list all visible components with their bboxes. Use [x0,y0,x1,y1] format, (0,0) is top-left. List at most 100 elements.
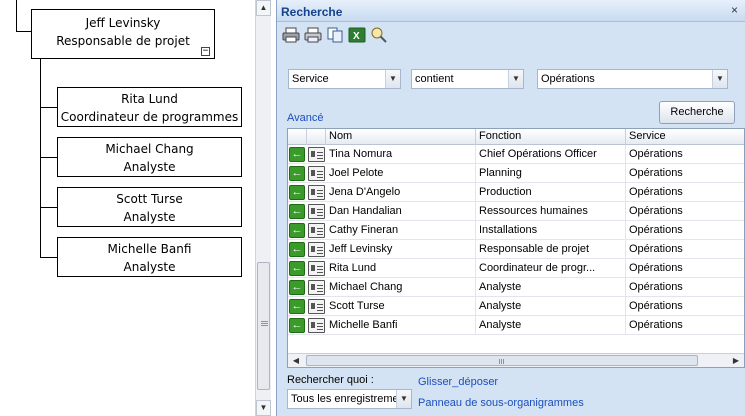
search-what-select[interactable]: Tous les enregistrements ▼ [287,389,412,409]
add-arrow-icon[interactable]: ← [289,261,305,276]
table-row[interactable]: ← Michelle Banfi Analyste Opérations [288,316,744,335]
contact-card-icon[interactable] [308,261,325,276]
connector-line [40,257,57,258]
cell-nom: Jena D'Angelo [326,183,476,202]
chevron-down-icon[interactable]: ▼ [385,70,400,88]
copy-icon[interactable] [326,26,344,44]
table-row[interactable]: ← Joel Pelote Planning Opérations [288,164,744,183]
value-select[interactable]: Opérations ▼ [537,69,728,89]
cell-nom: Cathy Fineran [326,221,476,240]
org-node-name: Michael Chang [105,142,194,156]
cell-fonction: Installations [476,221,626,240]
add-arrow-icon[interactable]: ← [289,299,305,314]
column-header-service[interactable]: Service [626,129,744,145]
scroll-up-icon[interactable]: ▲ [256,0,271,16]
connector-line [40,59,41,258]
svg-text:X: X [353,31,360,42]
results-grid: Nom Fonction Service ← Tina Nomura Chief… [287,128,745,368]
cell-nom: Joel Pelote [326,164,476,183]
cell-service: Opérations [626,278,744,297]
contact-card-icon[interactable] [308,242,325,257]
search-settings-icon[interactable] [370,26,388,44]
cell-service: Opérations [626,316,744,335]
table-row[interactable]: ← Cathy Fineran Installations Opérations [288,221,744,240]
search-what-label: Rechercher quoi : [287,374,374,386]
org-node[interactable]: Scott Turse Analyste [57,187,242,227]
cell-fonction: Responsable de projet [476,240,626,259]
print-icon[interactable] [282,26,300,44]
cell-nom: Rita Lund [326,259,476,278]
contact-card-icon[interactable] [308,147,325,162]
excel-export-icon[interactable]: X [348,26,366,44]
scroll-right-icon[interactable]: ▶ [729,354,743,367]
chevron-down-icon[interactable]: ▼ [508,70,523,88]
cell-fonction: Planning [476,164,626,183]
add-arrow-icon[interactable]: ← [289,242,305,257]
org-node[interactable]: Michelle Banfi Analyste [57,237,242,277]
org-node-name: Scott Turse [116,192,183,206]
table-row[interactable]: ← Tina Nomura Chief Opérations Officer O… [288,145,744,164]
scroll-left-icon[interactable]: ◀ [289,354,303,367]
cell-fonction: Analyste [476,278,626,297]
cell-nom: Dan Handalian [326,202,476,221]
contact-card-icon[interactable] [308,299,325,314]
field-select[interactable]: Service ▼ [288,69,401,89]
add-arrow-icon[interactable]: ← [289,204,305,219]
contact-card-icon[interactable] [308,204,325,219]
cell-fonction: Analyste [476,297,626,316]
org-chart-pane: Jeff Levinsky Responsable de projet − Ri… [0,0,271,416]
add-arrow-icon[interactable]: ← [289,318,305,333]
org-node[interactable]: Michael Chang Analyste [57,137,242,177]
collapse-icon[interactable]: − [201,47,210,56]
vertical-scrollbar[interactable]: ▲ ▼ [255,0,271,416]
scrollbar-thumb[interactable] [306,355,698,366]
table-row[interactable]: ← Jeff Levinsky Responsable de projet Op… [288,240,744,259]
table-row[interactable]: ← Dan Handalian Ressources humaines Opér… [288,202,744,221]
add-arrow-icon[interactable]: ← [289,185,305,200]
add-arrow-icon[interactable]: ← [289,223,305,238]
scrollbar-thumb[interactable] [257,262,270,390]
close-icon[interactable]: × [731,3,738,17]
org-node-root[interactable]: Jeff Levinsky Responsable de projet − [31,9,215,59]
table-row[interactable]: ← Jena D'Angelo Production Opérations [288,183,744,202]
horizontal-scrollbar[interactable]: ◀ ▶ [288,353,744,367]
cell-nom: Michael Chang [326,278,476,297]
scroll-down-icon[interactable]: ▼ [256,400,271,416]
connector-line [16,31,32,32]
search-button[interactable]: Recherche [659,101,735,124]
connector-line [16,0,17,32]
add-arrow-icon[interactable]: ← [289,147,305,162]
header-cell-icon [307,129,326,145]
header-cell-action [288,129,307,145]
column-header-nom[interactable]: Nom [326,129,476,145]
subchart-panel-link[interactable]: Panneau de sous-organigrammes [418,397,584,409]
cell-service: Opérations [626,164,744,183]
table-row[interactable]: ← Michael Chang Analyste Opérations [288,278,744,297]
print-preview-icon[interactable] [304,26,322,44]
cell-service: Opérations [626,221,744,240]
cell-fonction: Ressources humaines [476,202,626,221]
contact-card-icon[interactable] [308,318,325,333]
chevron-down-icon[interactable]: ▼ [712,70,727,88]
org-node-name: Michelle Banfi [107,242,192,256]
add-arrow-icon[interactable]: ← [289,166,305,181]
add-arrow-icon[interactable]: ← [289,280,305,295]
contact-card-icon[interactable] [308,223,325,238]
table-row[interactable]: ← Scott Turse Analyste Opérations [288,297,744,316]
contact-card-icon[interactable] [308,185,325,200]
cell-nom: Jeff Levinsky [326,240,476,259]
contact-card-icon[interactable] [308,280,325,295]
chevron-down-icon[interactable]: ▼ [396,390,411,408]
contact-card-icon[interactable] [308,166,325,181]
org-node-title: Analyste [123,210,176,224]
advanced-link[interactable]: Avancé [287,112,324,124]
table-row[interactable]: ← Rita Lund Coordinateur de progr... Opé… [288,259,744,278]
operator-select[interactable]: contient ▼ [411,69,524,89]
cell-service: Opérations [626,240,744,259]
column-header-fonction[interactable]: Fonction [476,129,626,145]
drag-drop-link[interactable]: Glisser_déposer [418,376,498,388]
org-node[interactable]: Rita Lund Coordinateur de programmes [57,87,242,127]
cell-fonction: Chief Opérations Officer [476,145,626,164]
org-node-name: Rita Lund [121,92,178,106]
cell-fonction: Production [476,183,626,202]
